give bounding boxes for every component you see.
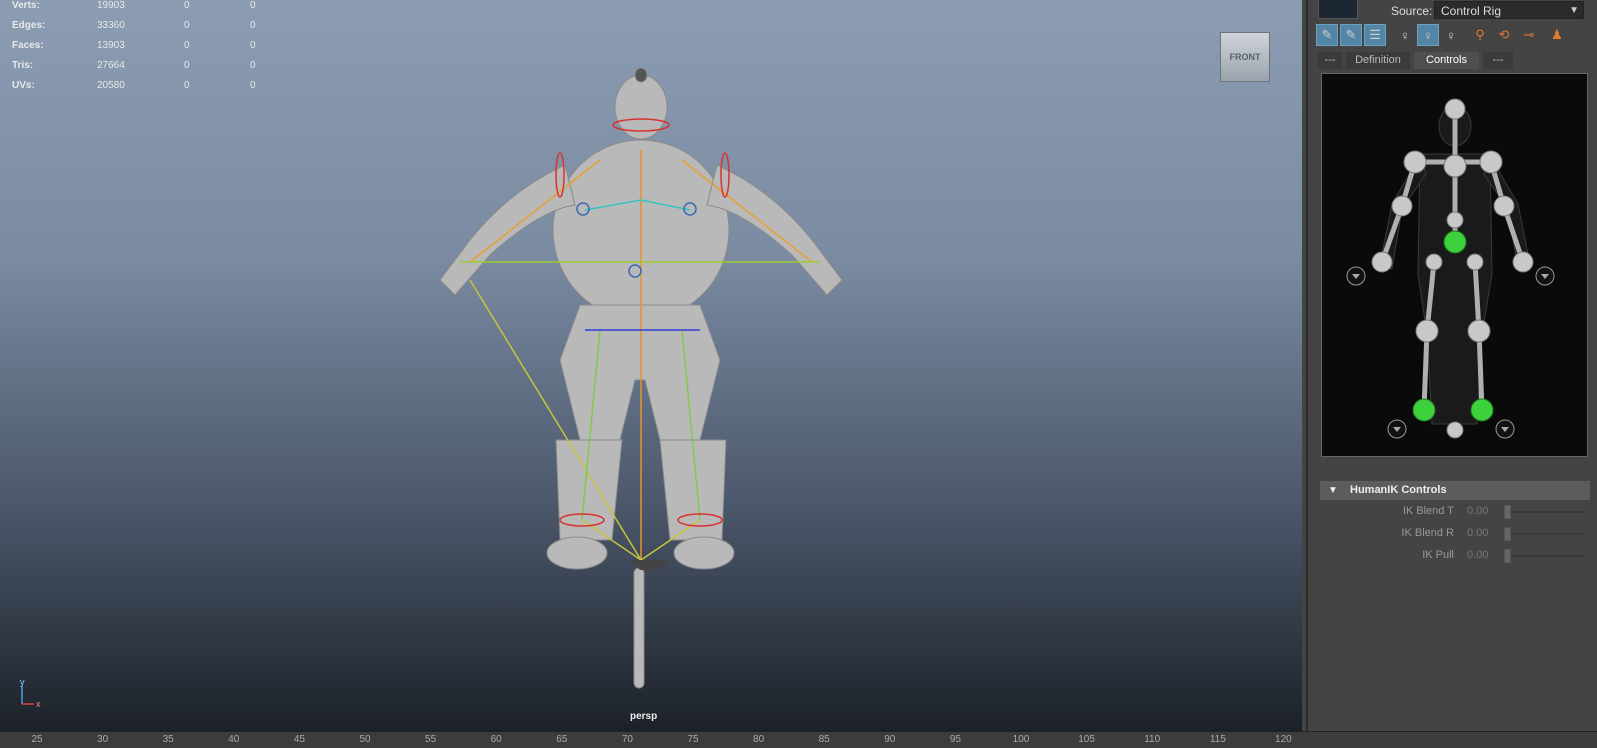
hair-bun: [634, 67, 648, 83]
axis-gizmo-icon: y x: [20, 678, 41, 708]
right-knee-ctrl[interactable]: [1467, 319, 1491, 343]
full-body-fk-icon[interactable]: ✎: [1316, 24, 1338, 46]
timeline-tick: 35: [162, 734, 174, 745]
timeline-tick: 105: [1078, 734, 1095, 745]
selected-pose-icon[interactable]: ♀: [1417, 24, 1439, 46]
tab-definition[interactable]: Definition: [1346, 52, 1410, 69]
ik-pull-slider[interactable]: IK Pull 0.00: [1320, 547, 1590, 565]
character-controls-figure[interactable]: [1321, 73, 1588, 457]
ik-blend-t-slider[interactable]: IK Blend T 0.00: [1320, 503, 1590, 521]
stance-pose-icon[interactable]: ♀: [1394, 24, 1416, 46]
tab-extra-3[interactable]: ---: [1483, 52, 1513, 69]
head-ctrl[interactable]: [1444, 98, 1466, 120]
humanik-logo-icon: [1318, 0, 1358, 19]
timeline-tick: 25: [31, 734, 43, 745]
slider-thumb[interactable]: [1504, 549, 1511, 563]
timeline-tick: 65: [556, 734, 568, 745]
source-dropdown[interactable]: Control Rig ▼: [1434, 1, 1584, 19]
slider-thumb[interactable]: [1504, 527, 1511, 541]
character-icon[interactable]: ♟: [1546, 24, 1568, 46]
left-ankle-ctrl[interactable]: [1412, 398, 1436, 422]
right-wrist-ctrl[interactable]: [1512, 251, 1534, 273]
timeline-tick: 120: [1275, 734, 1292, 745]
release-pin-icon[interactable]: ⊸: [1518, 24, 1540, 46]
timeline-tick: 75: [687, 734, 699, 745]
timeline-tick: 30: [97, 734, 109, 745]
skeleton-icon[interactable]: ☰: [1364, 24, 1386, 46]
timeline-tick: 50: [359, 734, 371, 745]
right-shoulder-ctrl[interactable]: [1479, 150, 1503, 174]
humanik-panel: Source: Control Rig ▼ ✎ ✎ ☰ ♀ ♀ ♀ ⚲ ⟲ ⊸ ♟ --- Defi…: [1306, 0, 1597, 731]
timeline-tick: 40: [228, 734, 240, 745]
pin-translate-icon[interactable]: ⚲: [1469, 24, 1491, 46]
timeline-tick: 100: [1012, 734, 1030, 745]
reference-ctrl[interactable]: [1446, 421, 1464, 439]
hips-ctrl[interactable]: [1443, 230, 1467, 254]
timeline-tick: 55: [425, 734, 437, 745]
slider-thumb[interactable]: [1504, 505, 1511, 519]
left-knee-ctrl[interactable]: [1415, 319, 1439, 343]
camera-label: persp: [630, 711, 658, 722]
spine-ctrl[interactable]: [1446, 211, 1464, 229]
timeline-tick: 95: [949, 734, 961, 745]
axis-y-label: y: [20, 678, 25, 687]
humanik-tabs: --- Definition Controls ---: [1318, 52, 1588, 69]
timeline-tick: 115: [1209, 734, 1226, 745]
hips-mesh[interactable]: [559, 304, 721, 441]
humanik-controls-header[interactable]: ▼ HumanIK Controls: [1320, 481, 1590, 500]
tab-extra-0[interactable]: ---: [1318, 52, 1342, 69]
humanik-toolbar: ✎ ✎ ☰ ♀ ♀ ♀ ⚲ ⟲ ⊸ ♟: [1316, 24, 1596, 46]
timeline-tick: 90: [884, 734, 896, 745]
axis-x-label: x: [36, 699, 41, 708]
left-foot-mesh[interactable]: [546, 536, 608, 570]
left-elbow-ctrl[interactable]: [1391, 195, 1413, 217]
right-ankle-ctrl[interactable]: [1470, 398, 1494, 422]
3d-viewport[interactable]: Verts: 19903 0 0 Edges: 33360 0 0 Faces:…: [0, 0, 1302, 731]
right-hip-ctrl[interactable]: [1466, 253, 1484, 271]
ik-blend-r-slider[interactable]: IK Blend R 0.00: [1320, 525, 1590, 543]
right-foot-mesh[interactable]: [673, 536, 735, 570]
character-diagram[interactable]: [1322, 74, 1587, 456]
timeline-tick: 80: [753, 734, 765, 745]
left-hip-ctrl[interactable]: [1425, 253, 1443, 271]
timeline-tick: 110: [1144, 734, 1161, 745]
right-elbow-ctrl[interactable]: [1493, 195, 1515, 217]
left-wrist-ctrl[interactable]: [1371, 251, 1393, 273]
view-cube[interactable]: FRONT: [1220, 32, 1270, 82]
left-shoulder-ctrl[interactable]: [1403, 150, 1427, 174]
source-label: Source:: [1391, 4, 1433, 18]
chest-ctrl[interactable]: [1443, 154, 1467, 178]
character-pose-icon[interactable]: ♀: [1440, 24, 1462, 46]
chevron-down-icon: ▼: [1569, 5, 1579, 16]
timeline-tick: 45: [293, 734, 305, 745]
collapse-triangle-icon: ▼: [1328, 485, 1338, 496]
time-slider[interactable]: 25 30 35 40 45 50 55 60 65 70 75 80 85 90 95 100 105 110 1…: [0, 731, 1597, 748]
body-part-icon[interactable]: ✎: [1340, 24, 1362, 46]
sword-mesh[interactable]: [633, 567, 645, 689]
pin-rotate-icon[interactable]: ⟲: [1493, 24, 1515, 46]
tab-controls[interactable]: Controls: [1414, 52, 1479, 69]
character-model[interactable]: [0, 0, 1302, 731]
timeline-tick: 70: [621, 734, 633, 745]
timeline-tick: 60: [490, 734, 502, 745]
timeline-tick: 85: [818, 734, 830, 745]
